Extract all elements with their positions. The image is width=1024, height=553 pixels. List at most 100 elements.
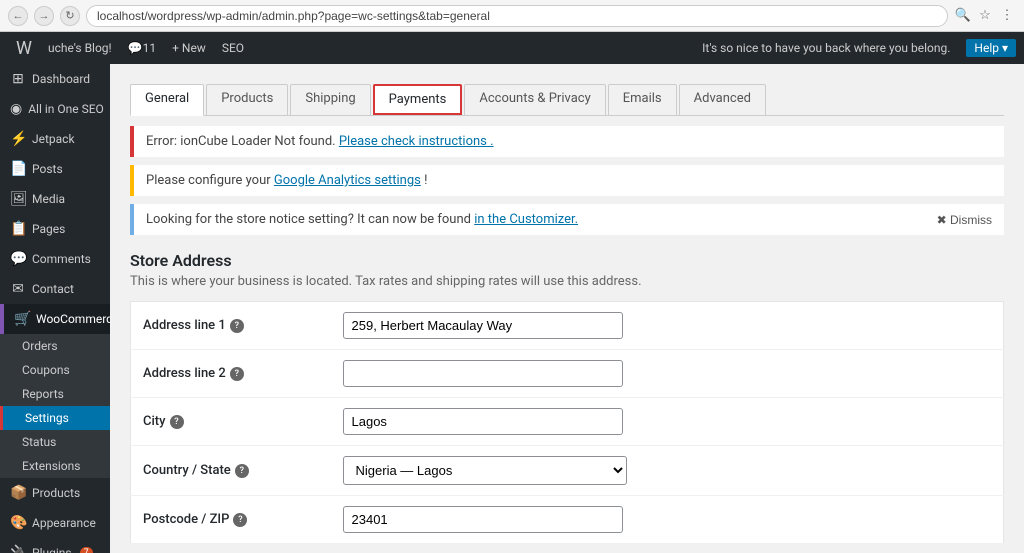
menu-icon[interactable]: ⋮ <box>998 7 1016 25</box>
woocommerce-submenu: Orders Coupons Reports Settings Status E… <box>0 334 110 478</box>
refresh-button[interactable]: ↻ <box>60 6 80 26</box>
url-bar[interactable] <box>86 5 948 27</box>
address-line-1-label: Address line 1 <box>143 318 226 333</box>
notice-warning-after: ! <box>424 173 427 188</box>
notice-info-content: Looking for the store notice setting? It… <box>146 212 578 227</box>
store-address-table: Address line 1 ? Address line 2 ? <box>130 301 1004 544</box>
coupons-label: Coupons <box>22 363 70 377</box>
sidebar-item-label: WooCommerce <box>36 312 110 326</box>
tab-payments[interactable]: Payments <box>373 84 463 115</box>
country-state-row: Country / State ? Nigeria — Lagos <box>131 446 1004 496</box>
sidebar-item-media[interactable]: 🖼 Media <box>0 184 110 214</box>
notice-warning-text: Please configure your <box>146 173 274 188</box>
sidebar-item-allinone-seo[interactable]: ◉ All in One SEO <box>0 94 110 124</box>
back-button[interactable]: ← <box>8 6 28 26</box>
sidebar-item-products[interactable]: 📦 Products <box>0 478 110 508</box>
notice-analytics-link[interactable]: Google Analytics settings <box>274 173 421 188</box>
store-address-desc: This is where your business is located. … <box>130 274 1004 289</box>
posts-icon: 📄 <box>10 161 26 177</box>
sidebar-item-woocommerce[interactable]: 🛒 WooCommerce <box>0 304 110 334</box>
sidebar-item-label: Media <box>32 192 65 206</box>
reports-label: Reports <box>22 387 64 401</box>
sidebar-item-coupons[interactable]: Coupons <box>0 358 110 382</box>
sidebar-item-label: Pages <box>32 222 65 236</box>
search-icon[interactable]: 🔍 <box>954 7 972 25</box>
notice-ioncube: Error: ionCube Loader Not found. Please … <box>130 126 1004 157</box>
tab-emails[interactable]: Emails <box>608 84 677 115</box>
sidebar-item-extensions[interactable]: Extensions <box>0 454 110 478</box>
seo-icon: ◉ <box>10 101 22 117</box>
notice-customizer-link[interactable]: in the Customizer. <box>474 212 578 227</box>
media-icon: 🖼 <box>10 191 26 207</box>
sidebar-item-label: Plugins <box>32 546 72 553</box>
postcode-help-icon[interactable]: ? <box>233 513 247 527</box>
sidebar: ⊞ Dashboard ◉ All in One SEO ⚡ Jetpack 📄… <box>0 64 110 553</box>
address-line-2-help-icon[interactable]: ? <box>230 367 244 381</box>
sidebar-item-pages[interactable]: 📋 Pages <box>0 214 110 244</box>
sidebar-item-plugins[interactable]: 🔌 Plugins 7 <box>0 538 110 553</box>
address-line-2-input[interactable] <box>343 360 623 387</box>
main-content: General Products Shipping Payments Accou… <box>110 64 1024 553</box>
extensions-label: Extensions <box>22 459 80 473</box>
notice-error-text: Error: ionCube Loader Not found. <box>146 134 339 149</box>
city-input[interactable] <box>343 408 623 435</box>
address-line-2-row: Address line 2 ? <box>131 350 1004 398</box>
address-line-2-label: Address line 2 <box>143 366 226 381</box>
dashboard-icon: ⊞ <box>10 71 26 87</box>
sidebar-item-comments[interactable]: 💬 Comments <box>0 244 110 274</box>
help-button[interactable]: Help ▾ <box>966 39 1016 57</box>
postcode-input[interactable] <box>343 506 623 533</box>
notice-dismiss-button[interactable]: ✖ Dismiss <box>937 213 992 227</box>
sidebar-item-orders[interactable]: Orders <box>0 334 110 358</box>
sidebar-item-label: Appearance <box>32 516 96 530</box>
browser-bar: ← → ↻ 🔍 ☆ ⋮ <box>0 0 1024 32</box>
country-state-select[interactable]: Nigeria — Lagos <box>343 456 627 485</box>
notice-analytics: Please configure your Google Analytics s… <box>130 165 1004 196</box>
appearance-icon: 🎨 <box>10 515 26 531</box>
sidebar-item-label: Comments <box>32 252 91 266</box>
settings-label: Settings <box>25 411 69 425</box>
sidebar-item-label: Contact <box>32 282 74 296</box>
sidebar-item-contact[interactable]: ✉ Contact <box>0 274 110 304</box>
notice-error-link[interactable]: Please check instructions . <box>339 134 494 149</box>
country-state-help-icon[interactable]: ? <box>235 464 249 478</box>
comments-count[interactable]: 💬 11 <box>120 32 164 64</box>
site-name[interactable]: uche's Blog! <box>40 32 120 64</box>
address-line-1-help-icon[interactable]: ? <box>230 319 244 333</box>
tab-shipping[interactable]: Shipping <box>290 84 370 115</box>
sidebar-item-label: Dashboard <box>32 72 90 86</box>
wp-logo[interactable]: W <box>8 32 40 64</box>
new-content[interactable]: + New <box>164 32 214 64</box>
status-label: Status <box>22 435 56 449</box>
contact-icon: ✉ <box>10 281 26 297</box>
products-icon: 📦 <box>10 485 26 501</box>
sidebar-item-appearance[interactable]: 🎨 Appearance <box>0 508 110 538</box>
tab-accounts-privacy[interactable]: Accounts & Privacy <box>464 84 605 115</box>
sidebar-item-label: Jetpack <box>32 132 75 146</box>
howdy-message: It's so nice to have you back where you … <box>694 32 958 64</box>
address-line-1-row: Address line 1 ? <box>131 302 1004 350</box>
sidebar-item-settings[interactable]: Settings <box>0 406 110 430</box>
sidebar-item-posts[interactable]: 📄 Posts <box>0 154 110 184</box>
comments-icon: 💬 <box>10 251 26 267</box>
star-icon[interactable]: ☆ <box>976 7 994 25</box>
wp-admin-bar: W uche's Blog! 💬 11 + New SEO It's so ni… <box>0 32 1024 64</box>
settings-tabs: General Products Shipping Payments Accou… <box>130 84 1004 116</box>
sidebar-item-status[interactable]: Status <box>0 430 110 454</box>
orders-label: Orders <box>22 339 58 353</box>
forward-button[interactable]: → <box>34 6 54 26</box>
seo-menu[interactable]: SEO <box>214 32 252 64</box>
address-line-1-input[interactable] <box>343 312 623 339</box>
city-row: City ? <box>131 398 1004 446</box>
sidebar-item-dashboard[interactable]: ⊞ Dashboard <box>0 64 110 94</box>
tab-general[interactable]: General <box>130 84 204 116</box>
sidebar-item-jetpack[interactable]: ⚡ Jetpack <box>0 124 110 154</box>
tab-products[interactable]: Products <box>206 84 288 115</box>
plugins-badge: 7 <box>80 547 93 553</box>
postcode-label: Postcode / ZIP <box>143 512 229 527</box>
sidebar-item-reports[interactable]: Reports <box>0 382 110 406</box>
country-state-label: Country / State <box>143 463 231 478</box>
tab-advanced[interactable]: Advanced <box>679 84 766 115</box>
jetpack-icon: ⚡ <box>10 131 26 147</box>
city-help-icon[interactable]: ? <box>170 415 184 429</box>
